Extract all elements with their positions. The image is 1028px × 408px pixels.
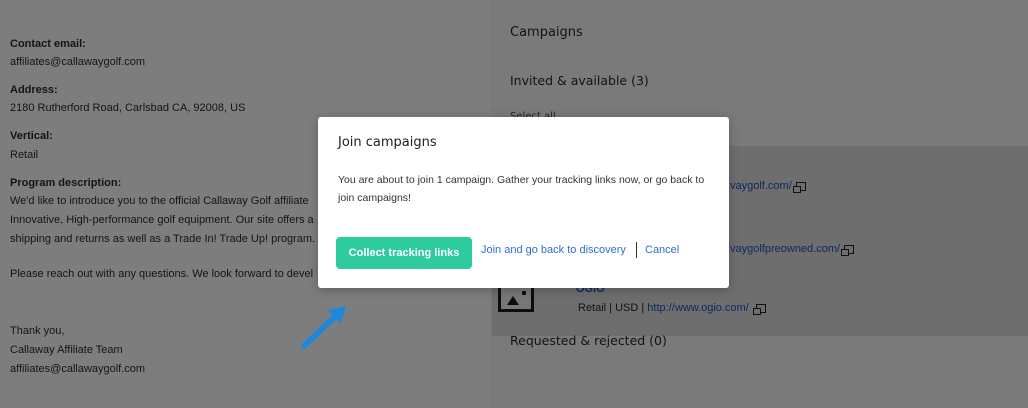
join-campaigns-modal: Join campaigns You are about to join 1 c…	[318, 117, 729, 288]
modal-body: You are about to join 1 campaign. Gather…	[338, 174, 705, 204]
signoff-thanks: Thank you,	[10, 325, 65, 337]
program-description-line: Please reach out with any questions. We …	[10, 268, 314, 280]
address-label: Address:	[10, 84, 58, 96]
campaign-link[interactable]: http://www.ogio.com/	[647, 302, 749, 314]
cancel-link[interactable]: Cancel	[645, 244, 679, 256]
contact-email-label: Contact email:	[10, 38, 86, 50]
divider	[636, 242, 637, 258]
program-description-label: Program description:	[10, 177, 122, 189]
vertical-label: Vertical:	[10, 130, 53, 142]
copy-icon[interactable]	[752, 303, 766, 315]
campaign-link[interactable]: vaygolfpreowned.com/	[730, 243, 855, 256]
campaigns-title: Campaigns	[510, 25, 583, 40]
program-description-line: shipping and returns as well as a Trade …	[10, 233, 316, 245]
signoff-email: affiliates@callawaygolf.com	[10, 363, 146, 375]
image-placeholder-icon	[498, 284, 534, 312]
address: 2180 Rutherford Road, Carlsbad CA, 92008…	[10, 102, 246, 114]
campaign-meta: Retail | USD | http://www.ogio.com/	[578, 302, 766, 315]
campaign-link[interactable]: vaygolf.com/	[730, 180, 806, 193]
copy-icon[interactable]	[841, 244, 855, 256]
collect-tracking-links-button[interactable]: Collect tracking links	[336, 237, 472, 269]
invited-available-title: Invited & available (3)	[510, 73, 649, 88]
contact-email: affiliates@callawaygolf.com	[10, 56, 146, 68]
requested-rejected-title: Requested & rejected (0)	[510, 333, 667, 348]
program-description-line: We'd like to introduce you to the offici…	[10, 195, 309, 207]
arrow-icon	[301, 306, 346, 349]
signoff-team: Callaway Affiliate Team	[10, 344, 123, 356]
vertical: Retail	[10, 149, 39, 161]
join-and-go-back-link[interactable]: Join and go back to discovery	[481, 244, 626, 256]
modal-title: Join campaigns	[338, 135, 437, 150]
program-description-line: Innovative, High-performance golf equipm…	[10, 214, 314, 226]
copy-icon[interactable]	[792, 181, 806, 193]
